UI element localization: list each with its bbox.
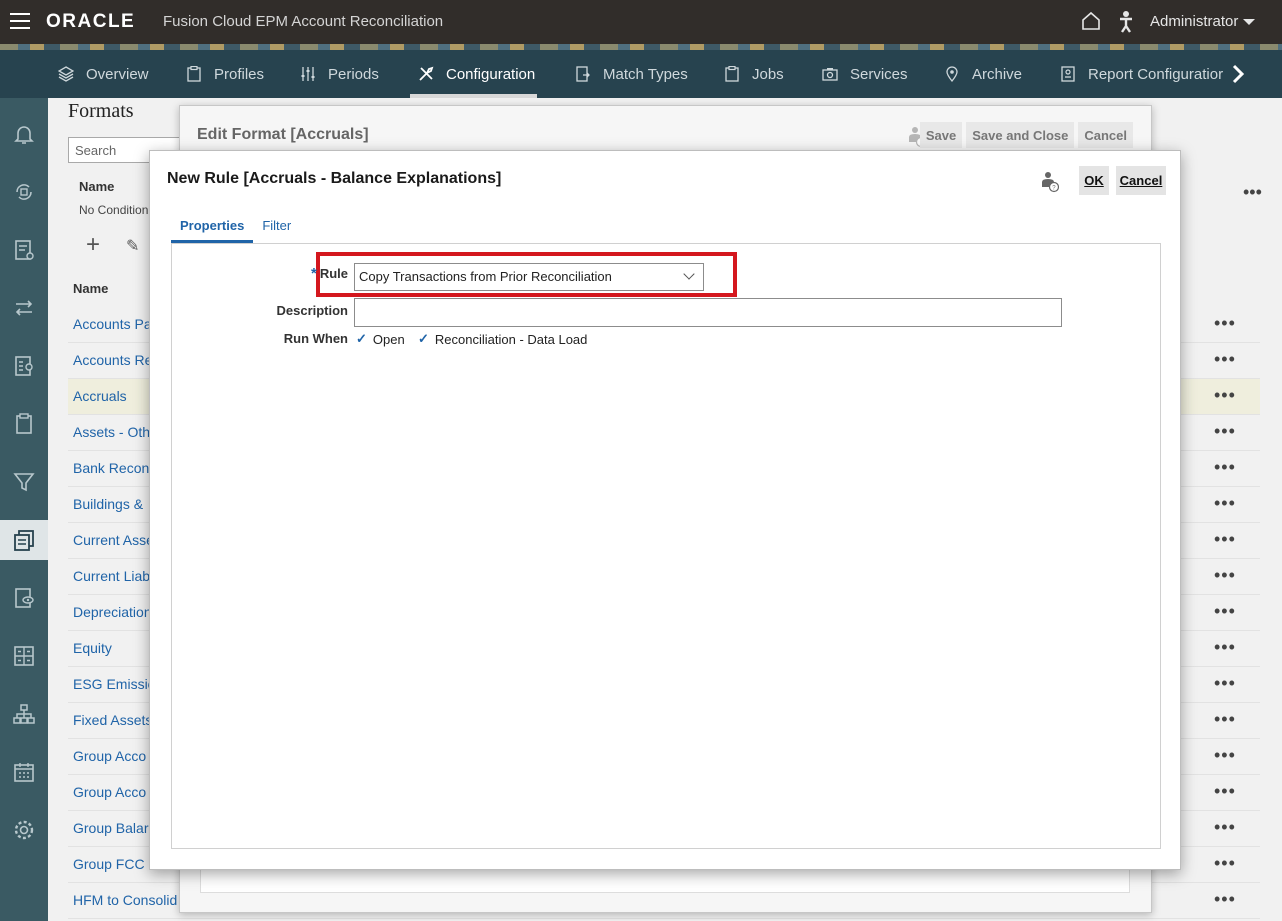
rule-select-value: Copy Transactions from Prior Reconciliat…: [359, 269, 612, 284]
sliders-icon: [301, 67, 315, 81]
run-when-label: Run When: [283, 331, 348, 346]
dialog-title: New Rule [Accruals - Balance Explanation…: [167, 170, 502, 187]
tab-label: Archive: [972, 65, 1023, 83]
tab-label: Configuration: [446, 65, 536, 83]
description-input[interactable]: [354, 298, 1062, 327]
clipboard-icon: [725, 66, 739, 82]
clipboard-icon: [187, 66, 201, 82]
tab-filter[interactable]: Filter: [253, 211, 300, 243]
rule-select[interactable]: Copy Transactions from Prior Reconciliat…: [354, 263, 704, 291]
check-icon: ✓: [418, 331, 429, 346]
chevron-down-icon: [683, 268, 695, 280]
tab-label: Periods: [328, 65, 379, 83]
tab-services[interactable]: Services: [822, 50, 908, 98]
tab-label: Jobs: [752, 65, 784, 83]
menu-icon[interactable]: [10, 13, 30, 31]
tab-profiles[interactable]: Profiles: [186, 50, 264, 98]
tab-jobs[interactable]: Jobs: [724, 50, 784, 98]
tab-configuration[interactable]: Configuration: [409, 50, 538, 98]
dialog-tabs: Properties Filter: [171, 211, 300, 243]
tab-properties[interactable]: Properties: [171, 211, 254, 243]
app-title: Fusion Cloud EPM Account Reconciliation: [163, 13, 444, 30]
tab-overview[interactable]: Overview: [58, 50, 149, 98]
chevron-down-icon[interactable]: [1243, 19, 1255, 25]
description-label: Description: [276, 303, 348, 318]
tab-label: Profiles: [214, 65, 265, 83]
chevron-right-icon[interactable]: [1228, 60, 1248, 88]
match-icon: [576, 66, 590, 82]
tab-label: Overview: [86, 65, 149, 83]
home-icon[interactable]: [1080, 10, 1102, 32]
run-when-data-load[interactable]: ✓ Reconciliation - Data Load: [418, 331, 587, 347]
ok-button[interactable]: OK: [1079, 166, 1109, 195]
tools-icon: [419, 66, 434, 81]
run-when-open[interactable]: ✓ Open: [356, 331, 405, 347]
camera-icon: [822, 68, 838, 81]
tab-report-configuration[interactable]: Report Configuratior: [1060, 50, 1223, 98]
overview-icon: [58, 66, 74, 82]
tab-label: Report Configuratior: [1088, 65, 1224, 83]
tab-periods[interactable]: Periods: [300, 50, 379, 98]
new-rule-dialog: New Rule [Accruals - Balance Explanation…: [149, 150, 1181, 870]
tab-match-types[interactable]: Match Types: [575, 50, 688, 98]
run-when-open-label: Open: [372, 331, 405, 347]
tab-label: Match Types: [603, 65, 688, 83]
user-help-icon[interactable]: ?: [1041, 171, 1059, 193]
cancel-button[interactable]: Cancel: [1116, 166, 1166, 195]
rule-label: * Rule: [282, 265, 348, 282]
top-bar: ORACLE Fusion Cloud EPM Account Reconcil…: [0, 0, 1282, 44]
accessibility-icon[interactable]: [1116, 10, 1136, 34]
main-nav: Overview Profiles Periods Configuration …: [0, 50, 1282, 98]
tab-archive[interactable]: Archive: [944, 50, 1022, 98]
required-marker: *: [310, 265, 317, 282]
tab-label: Services: [850, 65, 908, 83]
oracle-logo: ORACLE: [46, 11, 136, 32]
check-icon: ✓: [356, 331, 367, 346]
user-menu[interactable]: Administrator: [1150, 13, 1238, 30]
report-icon: [1061, 66, 1075, 82]
properties-panel: * Rule Copy Transactions from Prior Recon…: [171, 243, 1161, 849]
pin-icon: [946, 66, 958, 82]
run-when-data-load-label: Reconciliation - Data Load: [434, 331, 588, 347]
rule-label-text: Rule: [319, 266, 348, 281]
